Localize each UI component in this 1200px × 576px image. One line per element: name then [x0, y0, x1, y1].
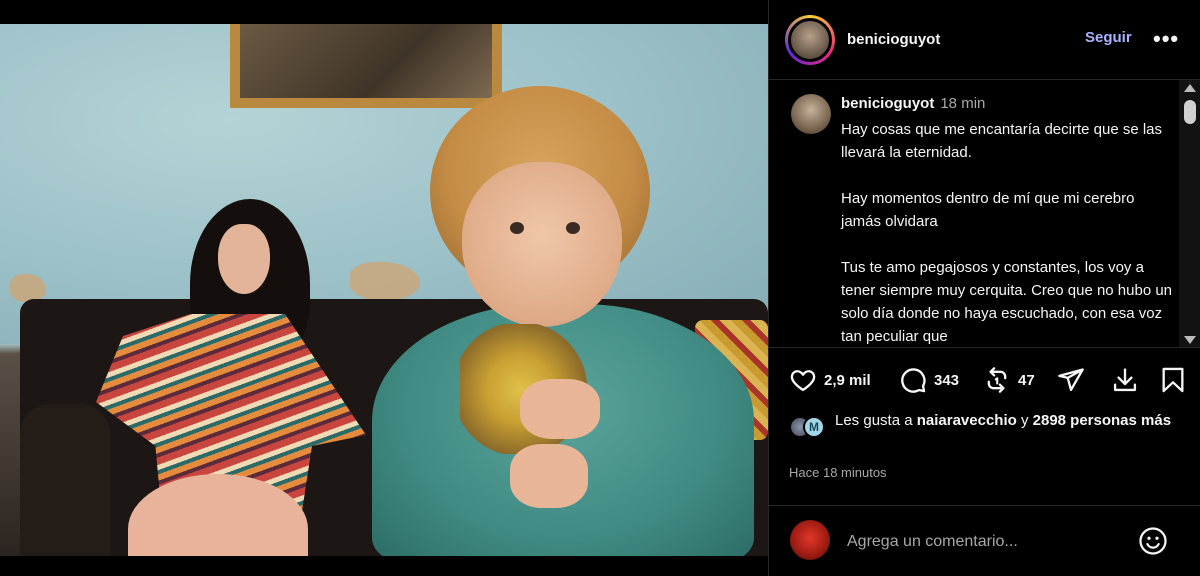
- reposts-count[interactable]: 47: [1018, 372, 1035, 389]
- likes-prefix: Les gusta a: [835, 412, 913, 429]
- boy-eye: [566, 222, 580, 234]
- share-icon: [1058, 368, 1084, 392]
- story-ring[interactable]: [785, 14, 835, 65]
- caption-header: benicioguyot 18 min: [841, 95, 985, 112]
- scrollbar-thumb[interactable]: [1184, 100, 1196, 124]
- likes-text[interactable]: Les gusta a naiaravecchio y 2898 persona…: [835, 410, 1189, 432]
- download-button[interactable]: [1111, 366, 1139, 394]
- caption-section: benicioguyot 18 min Hay cosas que me enca…: [769, 80, 1200, 348]
- save-icon: [1162, 367, 1184, 393]
- post-sidebar: benicioguyot Seguir ••• benicioguyot 18 m…: [768, 0, 1200, 576]
- comment-input[interactable]: [847, 530, 1127, 554]
- wall-peel: [10, 274, 46, 302]
- follow-button[interactable]: Seguir: [1085, 29, 1132, 46]
- boy-hand: [520, 379, 600, 439]
- boy-face: [462, 162, 622, 327]
- emoji-icon[interactable]: [1138, 526, 1168, 556]
- likes-count[interactable]: 2,9 mil: [824, 372, 871, 389]
- post-timestamp[interactable]: Hace 18 minutos: [789, 465, 887, 480]
- boy-eye: [510, 222, 524, 234]
- liker-avatar[interactable]: M: [803, 416, 825, 438]
- sofa-arm: [20, 404, 110, 556]
- woman-face: [218, 224, 270, 294]
- boy-hand: [510, 444, 588, 508]
- scroll-down-arrow-icon[interactable]: [1184, 336, 1196, 344]
- repost-button[interactable]: 47: [983, 366, 1035, 394]
- save-button[interactable]: [1159, 366, 1187, 394]
- comment-button[interactable]: 343: [899, 366, 959, 394]
- post-media[interactable]: [0, 0, 768, 576]
- liker-avatars: M: [789, 416, 833, 440]
- likes-connector: y: [1020, 412, 1029, 429]
- wall-peel: [350, 262, 420, 300]
- share-button[interactable]: [1057, 366, 1085, 394]
- likes-others[interactable]: 2898 personas más: [1033, 412, 1171, 429]
- more-options-icon[interactable]: •••: [1153, 26, 1179, 52]
- post-photo[interactable]: [0, 24, 768, 556]
- header-username[interactable]: benicioguyot: [847, 31, 940, 48]
- caption-avatar[interactable]: [791, 94, 831, 134]
- comment-icon: [901, 368, 926, 393]
- repost-icon: [987, 367, 1007, 393]
- caption-text: Hay cosas que me encantaría decirte que …: [841, 121, 1173, 345]
- caption-time: 18 min: [940, 95, 986, 112]
- comments-count[interactable]: 343: [934, 372, 959, 389]
- heart-icon: [790, 370, 816, 392]
- picture-frame: [230, 24, 502, 108]
- liker-username[interactable]: naiaravecchio: [917, 412, 1017, 429]
- caption-username[interactable]: benicioguyot: [841, 95, 934, 112]
- post-viewer: benicioguyot Seguir ••• benicioguyot 18 m…: [0, 0, 1200, 576]
- post-header: benicioguyot Seguir •••: [769, 0, 1200, 80]
- download-icon: [1113, 368, 1137, 392]
- scroll-up-arrow-icon[interactable]: [1184, 84, 1196, 92]
- current-user-avatar: [790, 520, 830, 560]
- action-bar: 2,9 mil 343 47: [769, 366, 1200, 400]
- comment-composer: [769, 505, 1200, 576]
- avatar[interactable]: [788, 17, 832, 62]
- like-button[interactable]: 2,9 mil: [789, 366, 871, 394]
